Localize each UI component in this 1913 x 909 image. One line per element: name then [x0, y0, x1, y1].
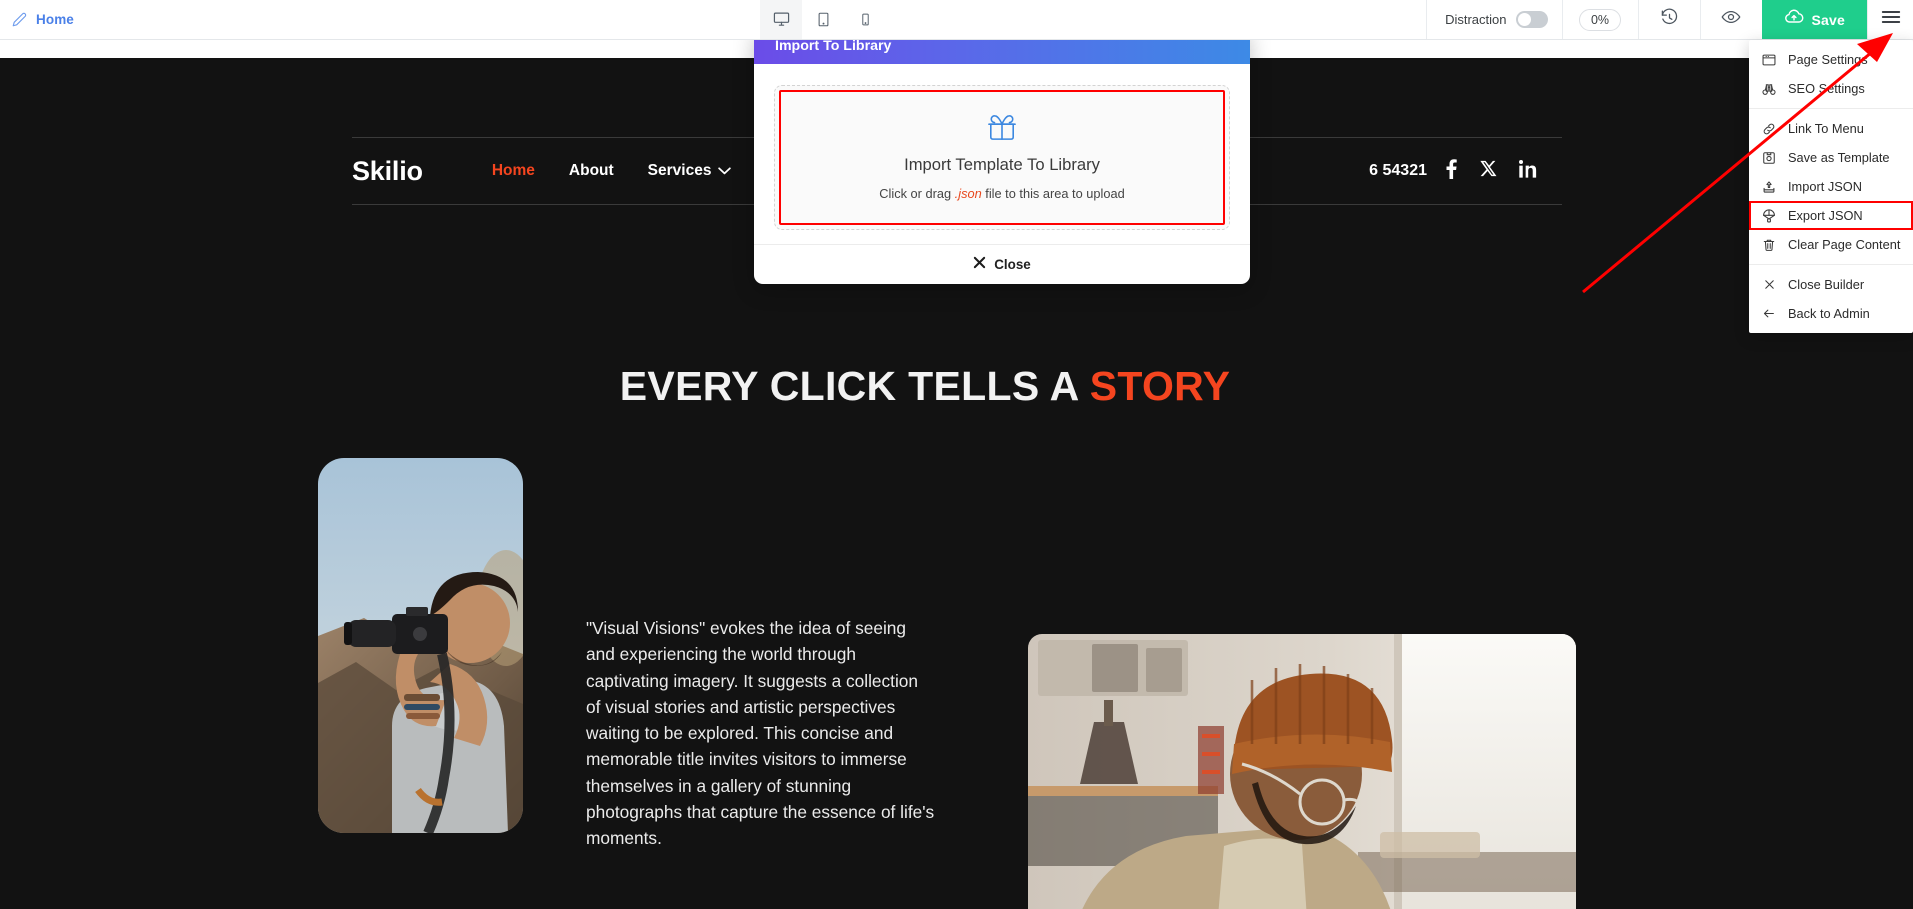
- distraction-label: Distraction: [1445, 12, 1507, 27]
- close-x-icon: [973, 256, 986, 274]
- facebook-icon[interactable]: [1445, 158, 1458, 184]
- import-dropzone-highlight[interactable]: Import Template To Library Click or drag…: [779, 90, 1225, 225]
- photographer-portrait-image[interactable]: [318, 458, 523, 833]
- eye-preview-icon: [1721, 7, 1741, 32]
- x-twitter-icon[interactable]: [1480, 160, 1497, 182]
- history-button[interactable]: [1637, 0, 1700, 39]
- import-to-library-dialog: Import To Library Import Template To Lib: [754, 28, 1250, 284]
- device-tablet-button[interactable]: [802, 0, 844, 39]
- device-preview-switcher: [760, 0, 886, 39]
- menu-item-save-as-template[interactable]: Save as Template: [1749, 143, 1913, 172]
- menu-item-close-builder[interactable]: Close Builder: [1749, 270, 1913, 299]
- modal-close-label: Close: [994, 257, 1031, 272]
- workspace-portrait-image[interactable]: [1028, 634, 1576, 909]
- gift-box-icon: [791, 113, 1213, 146]
- site-phone-number[interactable]: 6 54321: [1369, 162, 1445, 180]
- cloud-upload-icon: [1784, 7, 1804, 32]
- hero-heading-accent: STORY: [1089, 363, 1231, 409]
- device-mobile-button[interactable]: [844, 0, 886, 39]
- history-revert-icon: [1660, 8, 1679, 32]
- zoom-level-control[interactable]: 0%: [1561, 0, 1638, 39]
- menu-item-label: Clear Page Content: [1788, 237, 1901, 252]
- menu-item-label: Link To Menu: [1788, 121, 1864, 136]
- linkedin-icon[interactable]: [1519, 159, 1538, 183]
- dropzone-hint-extension: .json: [954, 186, 982, 201]
- chevron-down-icon: [718, 162, 732, 180]
- menu-item-seo-settings[interactable]: SEO Settings: [1749, 74, 1913, 103]
- menu-divider: [1749, 264, 1913, 265]
- import-dropzone[interactable]: Import Template To Library Click or drag…: [774, 85, 1230, 230]
- hamburger-menu-button[interactable]: [1867, 0, 1913, 39]
- device-desktop-button[interactable]: [760, 0, 802, 39]
- preview-button[interactable]: [1699, 0, 1762, 39]
- dropzone-hint: Click or drag .json file to this area to…: [791, 186, 1213, 201]
- modal-title: Import To Library: [775, 38, 892, 54]
- save-button-label: Save: [1811, 11, 1845, 28]
- toolbar-left-group: Home: [0, 0, 760, 39]
- toolbar-right-group: Distraction 0% Save: [1426, 0, 1913, 39]
- menu-item-label: SEO Settings: [1788, 81, 1865, 96]
- modal-body: Import Template To Library Click or drag…: [754, 64, 1250, 244]
- export-parachute-icon: [1761, 208, 1777, 223]
- body-paragraph: "Visual Visions" evokes the idea of seei…: [586, 618, 935, 849]
- distraction-free-toggle[interactable]: Distraction: [1426, 0, 1562, 39]
- close-x-icon: [1761, 278, 1777, 291]
- menu-item-export-json[interactable]: Export JSON: [1749, 201, 1913, 230]
- menu-item-label: Close Builder: [1788, 277, 1865, 292]
- save-button[interactable]: Save: [1761, 0, 1867, 39]
- menu-divider: [1749, 108, 1913, 109]
- link-chain-icon: [1761, 122, 1777, 136]
- window-settings-icon: [1761, 53, 1777, 67]
- menu-item-import-json[interactable]: Import JSON: [1749, 172, 1913, 201]
- builder-options-menu: Page Settings SEO Settings Link To Menu: [1749, 40, 1913, 333]
- site-nav-item-home[interactable]: Home: [492, 162, 535, 180]
- menu-item-clear-page-content[interactable]: Clear Page Content: [1749, 230, 1913, 259]
- desktop-icon: [773, 11, 790, 28]
- menu-item-label: Save as Template: [1788, 150, 1890, 165]
- builder-toolbar: Home Distraction 0% Save: [0, 0, 1913, 40]
- distraction-switch[interactable]: [1515, 11, 1548, 28]
- zoom-level-value: 0%: [1578, 8, 1622, 31]
- hamburger-menu-icon: [1881, 9, 1901, 30]
- breadcrumb-home[interactable]: Home: [36, 12, 74, 27]
- menu-item-label: Import JSON: [1788, 179, 1862, 194]
- menu-item-page-settings[interactable]: Page Settings: [1749, 45, 1913, 74]
- site-nav-item-services[interactable]: Services: [648, 162, 732, 180]
- site-social-links: [1445, 158, 1562, 184]
- tablet-icon: [816, 12, 831, 27]
- site-logo[interactable]: Skilio: [352, 156, 423, 187]
- mobile-icon: [859, 12, 872, 27]
- dropzone-hint-before: Click or drag: [879, 186, 955, 201]
- hero-heading-plain: EVERY CLICK TELLS A: [619, 363, 1090, 409]
- menu-item-label: Export JSON: [1788, 208, 1863, 223]
- dropzone-title: Import Template To Library: [904, 155, 1100, 174]
- site-nav-item-about[interactable]: About: [569, 162, 614, 180]
- trash-icon: [1761, 238, 1777, 252]
- dropzone-hint-after: file to this area to upload: [981, 186, 1125, 201]
- modal-close-button[interactable]: Close: [973, 256, 1031, 274]
- site-nav-links: Home About Services: [492, 162, 732, 180]
- pencil-icon: [12, 12, 27, 27]
- menu-item-link-to-menu[interactable]: Link To Menu: [1749, 114, 1913, 143]
- site-nav-services-label: Services: [647, 162, 712, 179]
- page-title: EVERY CLICK TELLS A STORY: [0, 363, 1850, 410]
- modal-footer: Close: [754, 244, 1250, 284]
- binoculars-icon: [1761, 82, 1777, 96]
- menu-item-label: Back to Admin: [1788, 306, 1870, 321]
- arrow-left-icon: [1761, 307, 1777, 320]
- floppy-save-icon: [1761, 151, 1777, 165]
- import-upload-icon: [1761, 180, 1777, 194]
- menu-item-label: Page Settings: [1788, 52, 1868, 67]
- menu-item-back-to-admin[interactable]: Back to Admin: [1749, 299, 1913, 328]
